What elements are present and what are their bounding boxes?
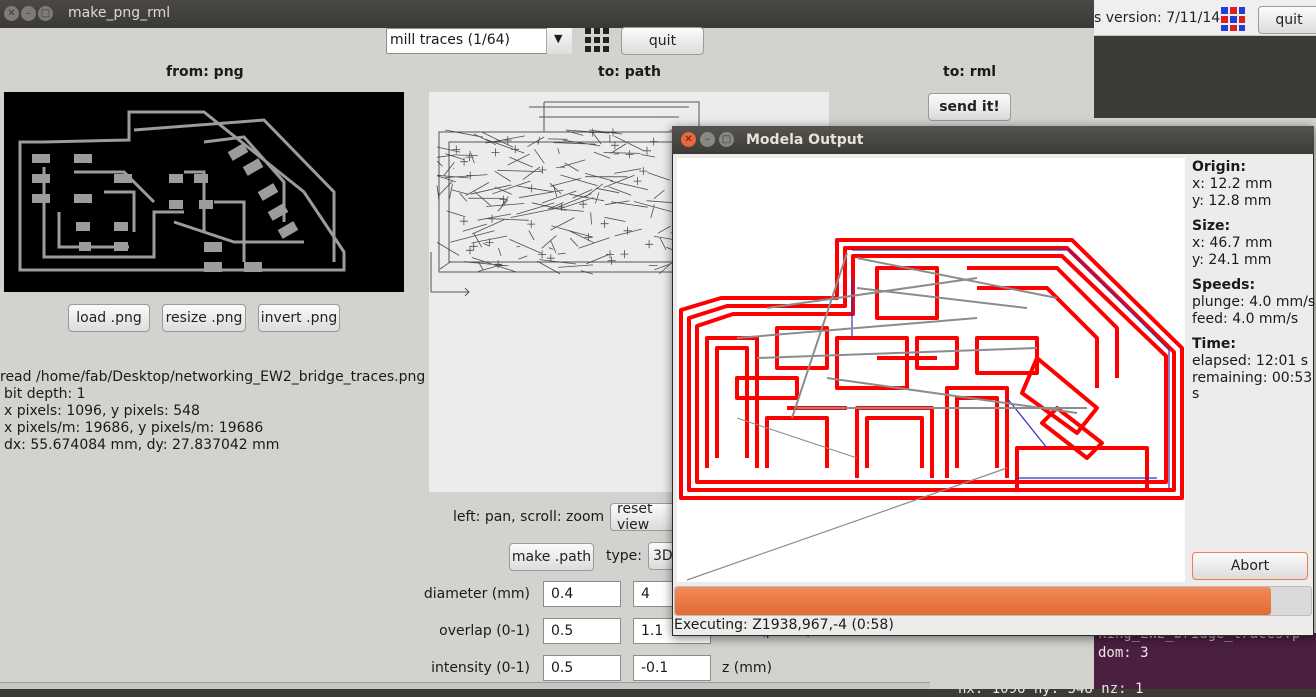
plunge-speed: plunge: 4.0 mm/s [1192, 294, 1316, 310]
overlap-label: overlap (0-1) [439, 623, 530, 639]
make-path-button[interactable]: make .path [509, 543, 594, 571]
window-title: make_png_rml [68, 5, 171, 21]
info-line: dx: 55.674084 mm, dy: 27.837042 mm [4, 437, 280, 453]
to-rml-heading: to: rml [943, 64, 997, 80]
origin-y: y: 12.8 mm [1192, 193, 1272, 209]
reset-view-button[interactable]: reset view [610, 503, 676, 531]
intensity-input[interactable]: 0.5 [543, 655, 621, 681]
overlap-input[interactable]: 0.5 [543, 618, 621, 644]
type-label: type: [606, 548, 642, 564]
to-path-heading: to: path [598, 64, 661, 80]
logo-icon [1221, 7, 1245, 31]
info-line: x pixels/m: 19686, y pixels/m: 19686 [4, 420, 264, 436]
close-icon[interactable]: ✕ [681, 132, 696, 147]
quit-button[interactable]: quit [621, 27, 704, 55]
send-button[interactable]: send it! [928, 93, 1011, 121]
z-label: z (mm) [722, 660, 772, 676]
remaining-time: remaining: 00:53 s [1192, 370, 1313, 402]
size-y: y: 24.1 mm [1192, 252, 1272, 268]
toolpath-canvas [677, 158, 1185, 582]
time-heading: Time: [1192, 336, 1237, 352]
version-text: s version: 7/11/14 [1094, 10, 1221, 26]
maximize-icon[interactable]: □ [38, 6, 53, 21]
maximize-icon[interactable]: □ [719, 132, 734, 147]
z-input[interactable]: -0.1 [633, 655, 711, 681]
from-png-heading: from: png [166, 64, 244, 80]
abort-button[interactable]: Abort [1192, 552, 1308, 580]
pan-zoom-hint: left: pan, scroll: zoom [453, 509, 605, 525]
grid-icon[interactable] [584, 27, 610, 53]
info-line: read /home/fab/Desktop/networking_EW2_br… [0, 369, 426, 385]
progress-bar-fill [675, 587, 1271, 615]
minimize-icon[interactable]: – [21, 6, 36, 21]
executing-status: Executing: Z1938,967,-4 (0:58) [674, 617, 894, 633]
close-icon[interactable]: ✕ [4, 6, 19, 21]
minimize-icon[interactable]: – [700, 132, 715, 147]
invert-png-button[interactable]: invert .png [258, 304, 340, 332]
diameter-label: diameter (mm) [423, 586, 530, 602]
diameter-input[interactable]: 0.4 [543, 581, 621, 607]
origin-heading: Origin: [1192, 159, 1246, 175]
feed-speed: feed: 4.0 mm/s [1192, 311, 1299, 327]
size-x: x: 46.7 mm [1192, 235, 1273, 251]
info-line: x pixels: 1096, y pixels: 548 [4, 403, 200, 419]
modela-window-title: Modela Output [746, 132, 864, 148]
status-strip [0, 682, 930, 689]
resize-png-button[interactable]: resize .png [162, 304, 246, 332]
size-heading: Size: [1192, 218, 1231, 234]
intensity-label: intensity (0-1) [431, 660, 530, 676]
elapsed-time: elapsed: 12:01 s [1192, 353, 1309, 369]
background-quit-button[interactable]: quit [1258, 6, 1316, 34]
chevron-down-icon: ▼ [554, 32, 563, 45]
origin-x: x: 12.2 mm [1192, 176, 1273, 192]
png-preview[interactable] [4, 92, 404, 292]
speeds-heading: Speeds: [1192, 277, 1256, 293]
background-panel [1094, 36, 1316, 118]
mode-select-value: mill traces (1/64) [390, 32, 510, 48]
terminal-line: dom: 3 [1098, 645, 1149, 661]
info-line: bit depth: 1 [4, 386, 86, 402]
load-png-button[interactable]: load .png [68, 304, 150, 332]
